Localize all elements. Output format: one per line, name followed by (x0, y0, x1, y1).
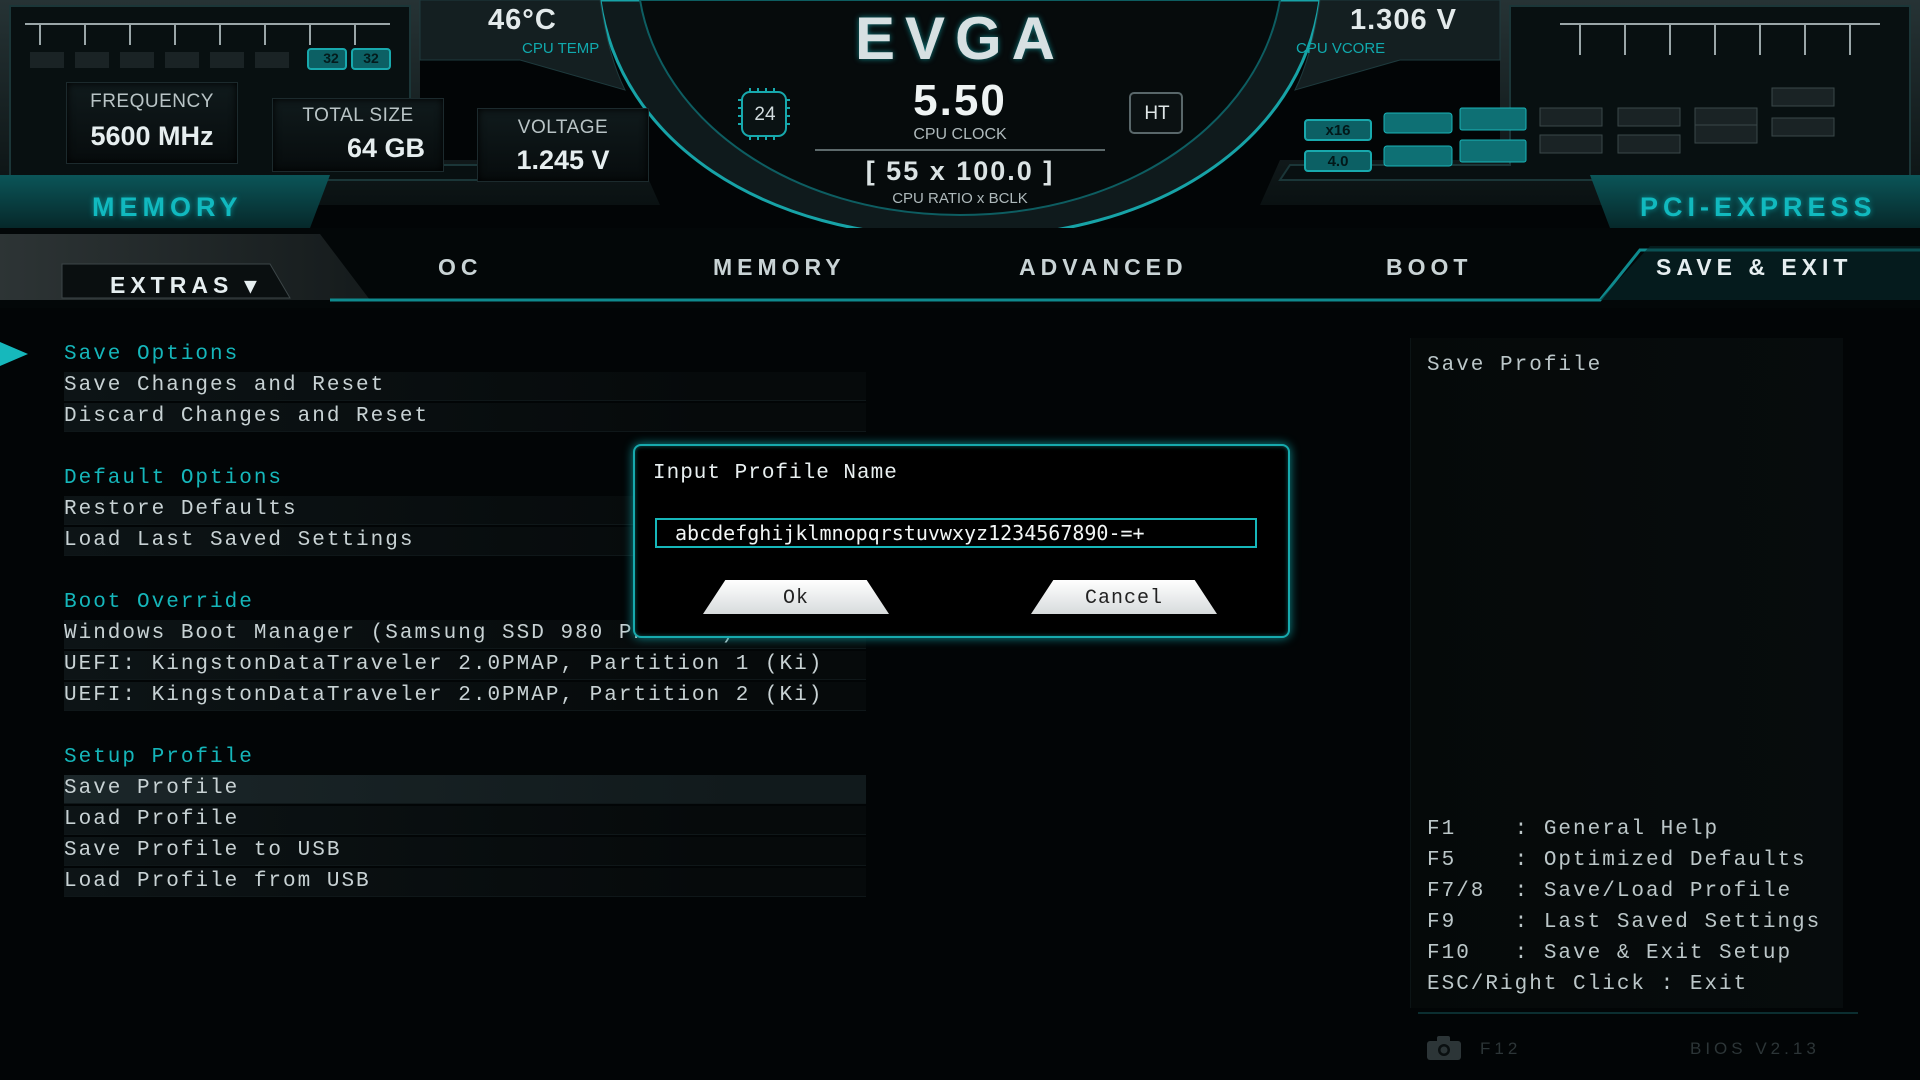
help-key-f5: F5 : Optimized Defaults (1427, 849, 1807, 872)
memory-size-label: TOTAL SIZE (302, 105, 414, 126)
memory-voltage-value: 1.245 V (516, 145, 610, 175)
boot-option-usb-2[interactable]: UEFI: KingstonDataTraveler 2.0PMAP, Part… (64, 682, 866, 711)
ok-button[interactable]: Ok (703, 580, 889, 614)
help-key-f9: F9 : Last Saved Settings (1427, 911, 1822, 934)
cpu-temp-label: CPU TEMP (522, 40, 600, 57)
ht-badge: HT (1144, 103, 1170, 124)
cpu-ratio-label: CPU RATIO x BCLK (892, 190, 1028, 207)
boot-option-usb-1[interactable]: UEFI: KingstonDataTraveler 2.0PMAP, Part… (64, 651, 866, 680)
memory-frequency-box: FREQUENCY 5600 MHz (66, 82, 238, 164)
cpu-clock-value: 5.50 (913, 76, 1007, 125)
save-changes-reset-item[interactable]: Save Changes and Reset (64, 372, 866, 401)
cpu-core-count: 24 (754, 104, 776, 125)
selection-arrow-icon (0, 342, 28, 366)
dialog-title: Input Profile Name (653, 462, 898, 485)
cpu-clock-label: CPU CLOCK (913, 126, 1007, 143)
memory-section-title: MEMORY (92, 192, 243, 222)
tab-extras[interactable]: EXTRAS ▾ (110, 272, 261, 299)
camera-icon[interactable] (1425, 1034, 1465, 1062)
tab-save-exit[interactable]: SAVE & EXIT (1656, 254, 1852, 281)
help-key-f1: F1 : General Help (1427, 818, 1720, 841)
cpu-vcore-value: 1.306 V (1350, 4, 1457, 36)
help-key-esc: ESC/Right Click : Exit (1427, 973, 1749, 996)
setup-profile-heading: Setup Profile (64, 746, 254, 769)
slot-badge-2: 32 (363, 50, 379, 66)
memory-frequency-value: 5600 MHz (90, 121, 214, 151)
profile-name-input[interactable] (655, 518, 1257, 548)
help-key-f10: F10 : Save & Exit Setup (1427, 942, 1793, 965)
memory-size-box: TOTAL SIZE 64 GB (272, 98, 444, 172)
help-panel (1410, 338, 1843, 1008)
tab-oc[interactable]: OC (438, 254, 483, 281)
bios-version: BIOS V2.13 (1690, 1039, 1820, 1058)
input-profile-dialog: Input Profile Name Ok Cancel (633, 444, 1290, 638)
screenshot-key-label: F12 (1480, 1039, 1522, 1058)
help-description: Save Profile (1427, 354, 1603, 377)
memory-frequency-label: FREQUENCY (90, 91, 214, 112)
memory-voltage-label: VOLTAGE (517, 117, 609, 138)
tab-bar (0, 228, 1920, 308)
pcie-section-title: PCI-EXPRESS (1640, 192, 1877, 222)
save-options-heading: Save Options (64, 343, 240, 366)
tab-advanced[interactable]: ADVANCED (1019, 254, 1188, 281)
tab-memory[interactable]: MEMORY (713, 254, 846, 281)
memory-size-value: 64 GB (346, 133, 425, 163)
memory-voltage-box: VOLTAGE 1.245 V (477, 108, 649, 182)
load-profile-item[interactable]: Load Profile (64, 806, 866, 835)
help-key-f7-8: F7/8 : Save/Load Profile (1427, 880, 1793, 903)
pcie-lanes-badge: x16 (1325, 122, 1351, 139)
cpu-ratio-value: [ 55 x 100.0 ] (865, 156, 1055, 186)
evga-logo: EVGA (854, 5, 1066, 72)
discard-changes-reset-item[interactable]: Discard Changes and Reset (64, 403, 866, 432)
cancel-button[interactable]: Cancel (1031, 580, 1217, 614)
help-divider (1418, 1012, 1858, 1014)
tab-boot[interactable]: BOOT (1386, 254, 1472, 281)
save-profile-usb-item[interactable]: Save Profile to USB (64, 837, 866, 866)
save-profile-item[interactable]: Save Profile (64, 775, 866, 804)
pcie-gen-badge: 4.0 (1327, 153, 1349, 170)
slot-badge-1: 32 (323, 50, 339, 66)
cpu-temp-value: 46°C (488, 4, 557, 36)
cpu-vcore-label: CPU VCORE (1296, 40, 1386, 57)
load-profile-usb-item[interactable]: Load Profile from USB (64, 868, 866, 897)
bios-header: FREQUENCY 5600 MHz TOTAL SIZE 64 GB VOLT… (0, 0, 1920, 240)
